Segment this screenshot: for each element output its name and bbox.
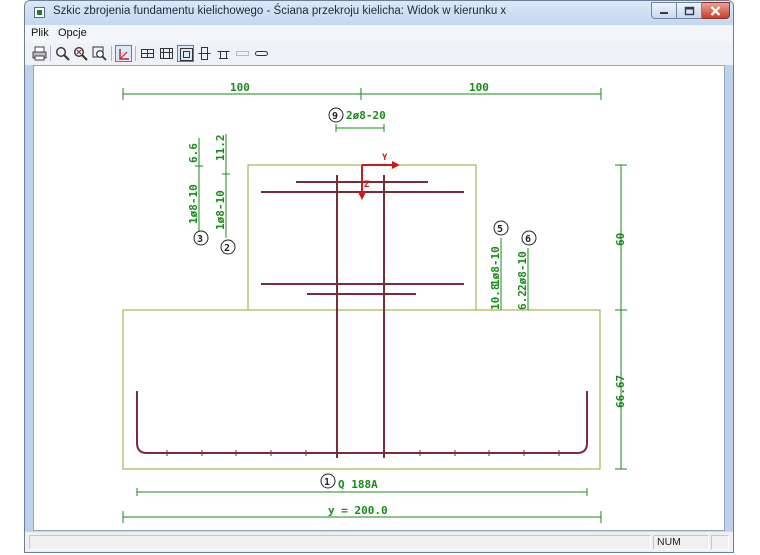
mark-5-number: 5 — [497, 224, 503, 235]
view-3-button[interactable] — [177, 45, 194, 62]
mark-9-number: 9 — [332, 111, 338, 122]
view-5-icon — [217, 51, 230, 59]
mark-3-label: 1ø8-10 — [187, 184, 200, 224]
mark-3-number: 3 — [197, 234, 203, 245]
status-panel-extra — [711, 535, 729, 550]
foundation-drawing: 100 100 y = 200.0 60 66.67 9 2ø8-20 6.6 … — [122, 81, 627, 523]
view-1-icon — [141, 49, 154, 58]
dim-top-right-label: 100 — [469, 81, 489, 94]
top-dimension-line — [122, 88, 602, 100]
mark-6-number: 6 — [525, 234, 531, 245]
mark-1-label: Q 188A — [338, 478, 378, 491]
mark-9: 9 2ø8-20 — [328, 107, 386, 132]
zoom-icon — [55, 46, 70, 61]
zoom-button[interactable] — [54, 45, 71, 62]
menu-plik[interactable]: Plik — [31, 27, 49, 39]
view-3-icon — [180, 48, 193, 61]
mark-2-number: 2 — [224, 243, 230, 254]
menu-opcje[interactable]: Opcje — [58, 27, 87, 39]
view-6-button[interactable] — [234, 45, 251, 62]
mark-6-label: 2ø8-10 — [516, 251, 529, 291]
app-icon — [34, 7, 45, 18]
toolbar-separator — [135, 46, 136, 61]
rebar-mesh-bottom — [136, 391, 588, 454]
left-vertical-dimensions: 6.6 11.2 1ø8-10 1ø8-10 3 2 — [187, 134, 236, 255]
print-icon — [32, 46, 47, 61]
status-bar: NUM — [25, 531, 733, 552]
view-7-button[interactable] — [253, 45, 270, 62]
view-6-icon — [236, 51, 249, 56]
view-4-icon — [198, 47, 211, 60]
view-2-button[interactable] — [158, 45, 175, 62]
maximize-button[interactable] — [677, 2, 702, 19]
view-4-button[interactable] — [196, 45, 213, 62]
dim-right-lower-label: 66.67 — [614, 375, 627, 408]
dim-vertical-a-label: 6.6 — [187, 143, 200, 163]
right-vertical-dimensions: 5 6 10.8 1ø8-10 6.2 2ø8-10 — [489, 220, 537, 311]
menu-bar: Plik Opcje — [25, 25, 733, 44]
minimize-icon — [660, 11, 668, 14]
window-title: Szkic zbrojenia fundamentu kielichowego … — [53, 5, 507, 17]
zoom-all-button[interactable] — [72, 45, 89, 62]
mark-5-label: 1ø8-10 — [489, 246, 502, 286]
dim-right-upper-label: 60 — [614, 233, 627, 246]
dim-top-left-label: 100 — [230, 81, 250, 94]
close-button[interactable] — [702, 2, 730, 19]
status-panel-num: NUM — [653, 535, 709, 550]
toolbar — [25, 43, 733, 66]
application-window: Szkic zbrojenia fundamentu kielichowego … — [24, 0, 734, 553]
mark-2-label: 1ø8-10 — [214, 190, 227, 230]
minimize-button[interactable] — [651, 2, 677, 19]
axes-icon — [119, 49, 129, 60]
view-2-icon — [160, 48, 173, 59]
maximize-icon — [684, 6, 694, 15]
mark-1-number: 1 — [324, 477, 330, 488]
view-5-button[interactable] — [215, 45, 232, 62]
drawing-canvas[interactable]: 100 100 y = 200.0 60 66.67 9 2ø8-20 6.6 … — [33, 65, 725, 531]
dim-bottom-label: y = 200.0 — [328, 504, 388, 517]
print-button[interactable] — [31, 45, 48, 62]
dim-vertical-c-label: 10.8 — [489, 284, 502, 311]
view-1-button[interactable] — [139, 45, 156, 62]
axis-z-label: Z — [364, 180, 370, 190]
rebar-group — [136, 175, 588, 458]
zoom-window-icon — [92, 46, 107, 61]
mark-9-label: 2ø8-20 — [346, 109, 386, 122]
close-icon — [710, 5, 721, 16]
toolbar-separator — [50, 46, 51, 61]
dim-vertical-b-label: 11.2 — [214, 135, 227, 162]
toolbar-separator — [111, 46, 112, 61]
mark-1: 1 Q 188A — [136, 473, 588, 496]
dim-vertical-d-label: 6.2 — [516, 290, 529, 310]
status-panel-main — [29, 535, 651, 550]
footing-outline — [122, 309, 601, 470]
axes-button[interactable] — [115, 45, 132, 62]
zoom-all-icon — [73, 46, 88, 61]
right-dimension-line — [615, 164, 627, 470]
view-7-icon — [255, 51, 268, 56]
axis-y-label: Y — [382, 153, 388, 163]
zoom-window-button[interactable] — [91, 45, 108, 62]
title-bar[interactable]: Szkic zbrojenia fundamentu kielichowego … — [25, 1, 733, 25]
